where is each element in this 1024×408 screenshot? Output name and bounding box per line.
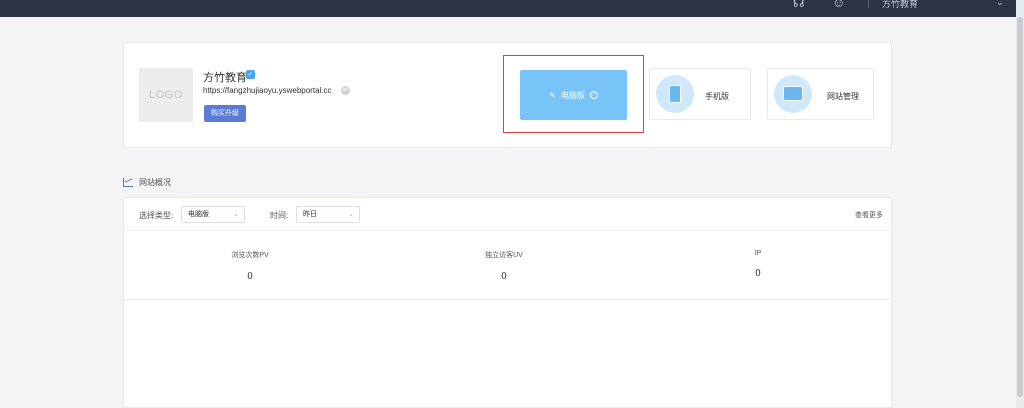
time-select-value: 昨日 (303, 211, 317, 218)
verified-badge-icon: ✓ (246, 70, 255, 79)
mobile-phone-icon (669, 85, 681, 103)
stat-label: 浏览次数PV (231, 252, 269, 259)
pc-version-button[interactable]: ✎ 电脑版 ✓ (520, 70, 627, 120)
edit-icon: ✎ (549, 90, 556, 100)
stats-divider (124, 299, 891, 300)
overview-stats-card: 选择类型: 电脑版 ⌄ 时间: 昨日 ⌄ 查看更多 浏览次数PV 0 独立访客U… (123, 197, 892, 408)
admin-icon-circle (774, 75, 812, 113)
stat-ip: IP 0 (633, 250, 883, 279)
headset-icon[interactable]: ☊ (793, 0, 805, 9)
type-filter-label: 选择类型: (139, 211, 174, 220)
topbar-username[interactable]: 方竹教育 (882, 0, 918, 10)
stat-uv: 独立访客UV 0 (379, 250, 629, 282)
scrollbar-thumb[interactable] (1017, 17, 1023, 397)
site-logo-placeholder: LOGO (139, 68, 193, 122)
topbar-divider (868, 0, 869, 8)
page-scrollbar[interactable] (1016, 0, 1024, 408)
site-url[interactable]: https://fangzhujiaoyu.yswebportal.cc (203, 86, 332, 95)
site-admin-button[interactable]: 网站管理 (767, 68, 874, 120)
site-admin-label: 网站管理 (827, 92, 859, 101)
chevron-down-icon: ⌄ (348, 211, 354, 218)
mobile-version-button[interactable]: 手机版 (649, 68, 751, 120)
overview-section-title: 网站概况 (123, 177, 171, 188)
time-select[interactable]: 昨日 ⌄ (296, 206, 360, 223)
pc-version-label: 电脑版 (560, 90, 585, 100)
stat-label: IP (754, 250, 762, 257)
type-select-value: 电脑版 (188, 211, 209, 218)
filter-bar: 选择类型: 电脑版 ⌄ 时间: 昨日 ⌄ 查看更多 (124, 198, 891, 231)
view-more-link[interactable]: 查看更多 (855, 210, 883, 220)
stat-pv: 浏览次数PV 0 (125, 250, 375, 282)
type-select[interactable]: 电脑版 ⌄ (181, 206, 245, 223)
stat-value: 0 (501, 272, 507, 282)
share-link-icon[interactable]: ⇄ (341, 86, 350, 95)
top-navigation-bar: ☊ ☺ 方竹教育 ⌄ (0, 0, 1016, 17)
overview-title-text: 网站概况 (139, 178, 171, 187)
stat-label: 独立访客UV (485, 252, 523, 259)
chevron-down-icon: ⌄ (233, 211, 239, 218)
user-icon[interactable]: ☺ (832, 0, 845, 9)
line-chart-icon (123, 178, 133, 187)
monitor-icon (783, 86, 803, 101)
upgrade-button[interactable]: 购买升级 (204, 105, 246, 122)
check-circle-icon: ✓ (589, 91, 598, 99)
site-name: 方竹教育 (203, 72, 247, 84)
stat-value: 0 (755, 269, 761, 279)
stat-value: 0 (247, 272, 253, 282)
mobile-icon-circle (656, 75, 694, 113)
time-filter-label: 时间: (270, 211, 289, 220)
chevron-down-icon[interactable]: ⌄ (996, 0, 1004, 8)
mobile-version-label: 手机版 (705, 92, 729, 101)
